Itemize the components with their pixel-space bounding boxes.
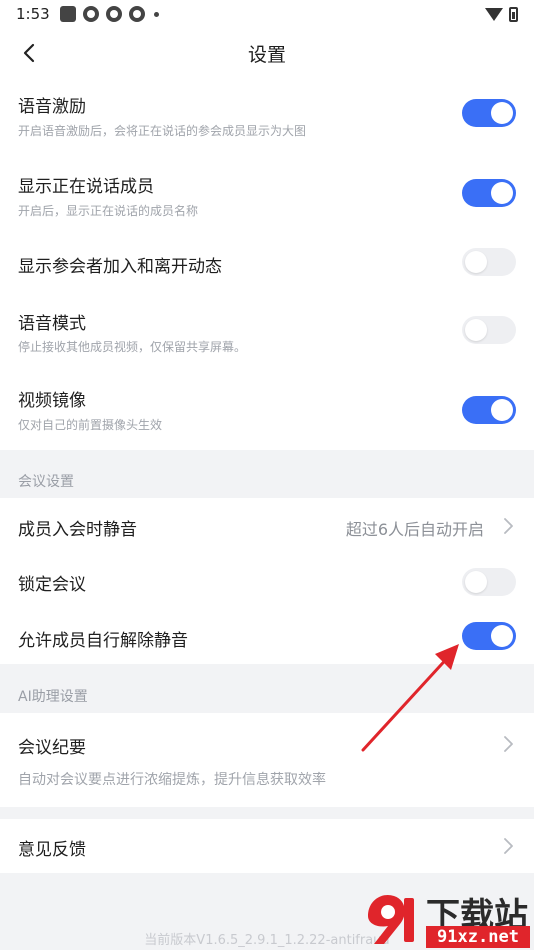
setting-subtitle: 自动对会议要点进行浓缩提炼，提升信息获取效率: [18, 772, 326, 788]
watermark-domain: 91xz.net: [426, 926, 530, 948]
general-settings-card: 语音激励 开启语音激励后，会将正在说话的参会成员显示为大图 显示正在说话成员 开…: [0, 78, 534, 450]
toggle-knob: [491, 182, 513, 204]
mute-on-join-value: 超过6人后自动开启: [345, 520, 484, 539]
setting-title: 允许成员自行解除静音: [18, 631, 188, 651]
chevron-right-icon: [504, 838, 513, 854]
allow-unmute-toggle[interactable]: [462, 622, 516, 650]
chevron-right-icon: [504, 518, 513, 534]
watermark-logo-icon: [368, 894, 414, 944]
status-time: 1:53: [16, 5, 50, 23]
toggle-knob: [491, 102, 513, 124]
setting-title: 成员入会时静音: [18, 520, 137, 540]
setting-row-show-speaking: 显示正在说话成员 开启后，显示正在说话的成员名称: [0, 158, 534, 236]
setting-subtitle: 开启语音激励后，会将正在说话的参会成员显示为大图: [18, 124, 307, 138]
setting-title: 会议纪要: [18, 738, 86, 758]
back-arrow-icon: [23, 43, 35, 63]
toggle-knob: [491, 399, 513, 421]
setting-row-voice-activation: 语音激励 开启语音激励后，会将正在说话的参会成员显示为大图: [0, 78, 534, 156]
watermark: 下载站 91xz.net: [360, 888, 530, 948]
chevron-right-icon: [504, 736, 513, 752]
setting-title: 锁定会议: [18, 575, 86, 595]
setting-title: 意见反馈: [18, 840, 86, 860]
toggle-knob: [465, 319, 487, 341]
setting-title: 显示正在说话成员: [18, 177, 154, 197]
toggle-knob: [491, 625, 513, 647]
more-notifications-dot: [153, 11, 159, 17]
notification-icon: [59, 6, 76, 22]
setting-title: 视频镜像: [18, 391, 86, 411]
status-bar: 1:53: [0, 0, 534, 28]
setting-row-voice-mode: 语音模式 停止接收其他成员视频，仅保留共享屏幕。: [0, 304, 534, 382]
setting-row-video-mirror: 视频镜像 仅对自己的前置摄像头生效: [0, 382, 534, 450]
setting-title: 语音激励: [18, 97, 86, 117]
section-label-meeting: 会议设置: [18, 474, 74, 490]
annotation-arrow-icon: [361, 644, 459, 752]
show-speaking-toggle[interactable]: [462, 179, 516, 207]
wifi-icon: [485, 7, 503, 21]
app-notification-icon: [82, 6, 99, 22]
app-notification-icon: [128, 6, 145, 22]
feedback-card: 意见反馈: [0, 819, 534, 873]
toggle-knob: [465, 251, 487, 273]
setting-subtitle: 开启后，显示正在说话的成员名称: [18, 204, 199, 218]
lock-meeting-toggle[interactable]: [462, 568, 516, 596]
setting-row-lock-meeting: 锁定会议: [0, 554, 534, 610]
video-mirror-toggle[interactable]: [462, 396, 516, 424]
join-leave-toggle[interactable]: [462, 248, 516, 276]
setting-row-join-leave: 显示参会者加入和离开动态: [0, 238, 534, 304]
setting-title: 语音模式: [18, 314, 86, 334]
setting-title: 显示参会者加入和离开动态: [18, 257, 222, 277]
setting-subtitle: 仅对自己的前置摄像头生效: [18, 418, 163, 432]
toggle-knob: [465, 571, 487, 593]
voice-activation-toggle[interactable]: [462, 99, 516, 127]
back-button[interactable]: [14, 38, 44, 68]
section-label-ai: AI助理设置: [18, 689, 88, 705]
app-notification-icon: [105, 6, 122, 22]
voice-mode-toggle[interactable]: [462, 316, 516, 344]
setting-subtitle: 停止接收其他成员视频，仅保留共享屏幕。: [18, 340, 247, 354]
page-title: 设置: [247, 43, 286, 66]
battery-icon: [509, 6, 518, 22]
setting-row-feedback[interactable]: 意见反馈: [0, 819, 534, 873]
nav-bar: 设置: [0, 28, 534, 78]
setting-row-mute-on-join[interactable]: 成员入会时静音 超过6人后自动开启: [0, 498, 534, 554]
